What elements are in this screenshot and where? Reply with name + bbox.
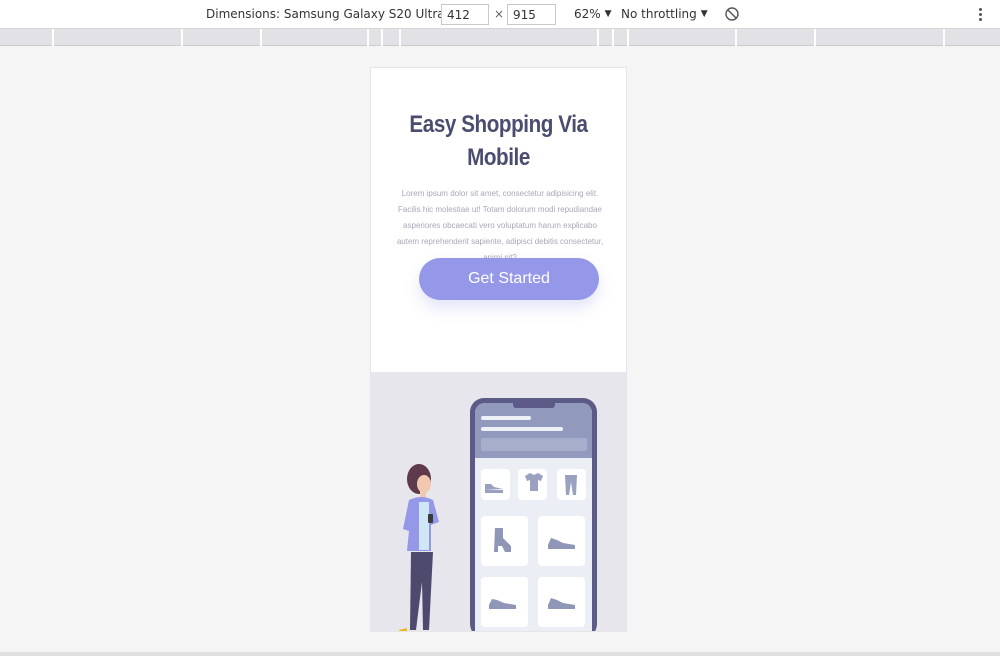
throttle-label: No throttling [621, 7, 697, 21]
device-selector[interactable]: Dimensions: Samsung Galaxy S20 Ultra ▼ [206, 7, 460, 21]
chevron-down-icon: ▼ [604, 9, 612, 19]
hero-description: Lorem ipsum dolor sit amet, consectetur … [396, 189, 604, 262]
zoom-label: 62% [574, 7, 601, 21]
device-viewport: Easy Shopping Via Mobile Lorem ipsum dol… [370, 67, 627, 632]
dimension-separator: × [494, 7, 505, 21]
viewport-height-input[interactable] [507, 4, 556, 25]
bottom-scroll-edge [0, 652, 1000, 656]
media-query-ruler[interactable] [0, 29, 1000, 46]
page-title: Easy Shopping Via Mobile [409, 111, 588, 171]
viewport-width-input[interactable] [441, 4, 489, 25]
zoom-selector[interactable]: 62% ▼ [574, 7, 612, 21]
woman-figure-icon [399, 464, 439, 631]
devtools-device-toolbar: Dimensions: Samsung Galaxy S20 Ultra ▼ ×… [0, 0, 1000, 29]
get-started-button[interactable]: Get Started [419, 258, 599, 300]
shopping-illustration-svg [399, 398, 597, 631]
throttling-selector[interactable]: No throttling ▼ [621, 7, 708, 21]
device-label: Dimensions: Samsung Galaxy S20 Ultra [206, 7, 445, 21]
chevron-down-icon: ▼ [700, 9, 708, 19]
shopping-illustration [371, 372, 626, 631]
rotate-icon[interactable] [724, 6, 740, 22]
more-vertical-icon[interactable] [974, 5, 986, 23]
